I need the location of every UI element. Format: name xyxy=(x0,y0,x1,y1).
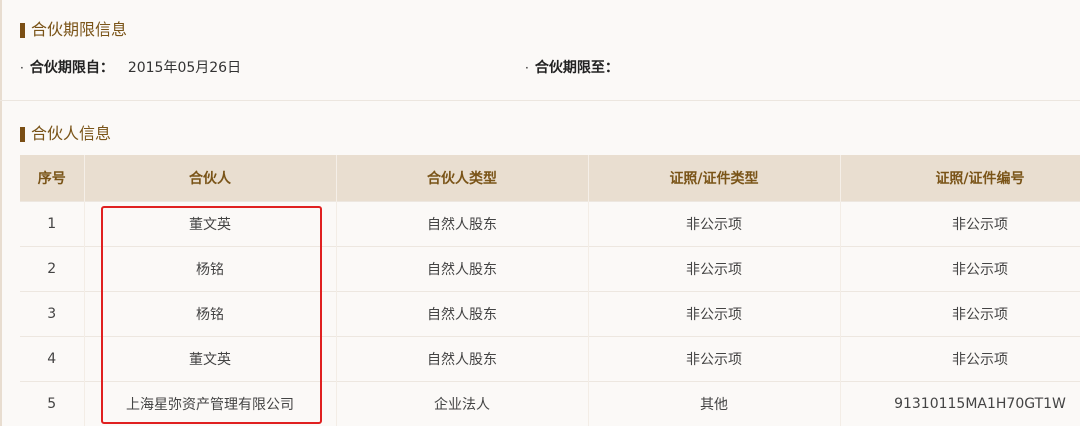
section-marker-icon xyxy=(20,126,25,142)
column-header-no: 序号 xyxy=(20,155,85,202)
period-section-title-text: 合伙期限信息 xyxy=(31,20,128,39)
cell-id-type: 非公示项 xyxy=(588,291,841,337)
cell-id-number: 91310115MA1H70GT1W xyxy=(840,381,1080,426)
table-row: 4 董文英 自然人股东 非公示项 非公示项 xyxy=(20,336,1080,382)
column-header-partner-type: 合伙人类型 xyxy=(336,155,589,202)
cell-partner-type: 企业法人 xyxy=(336,381,589,426)
cell-id-number: 非公示项 xyxy=(840,201,1080,247)
cell-no: 5 xyxy=(20,381,85,426)
cell-partner: 杨铭 xyxy=(84,291,337,337)
partner-table: 序号 合伙人 合伙人类型 证照/证件类型 证照/证件编号 1 董文英 自然人股东… xyxy=(20,155,1080,426)
cell-id-number: 非公示项 xyxy=(840,336,1080,382)
cell-no: 1 xyxy=(20,201,85,247)
bullet-icon: · xyxy=(525,61,529,75)
cell-no: 2 xyxy=(20,246,85,292)
cell-id-type: 其他 xyxy=(588,381,841,426)
table-header-row: 序号 合伙人 合伙人类型 证照/证件类型 证照/证件编号 xyxy=(20,155,1080,202)
cell-no: 4 xyxy=(20,336,85,382)
cell-partner-type: 自然人股东 xyxy=(336,291,589,337)
cell-partner: 董文英 xyxy=(84,336,337,382)
column-header-id-number: 证照/证件编号 xyxy=(840,155,1080,202)
partner-section-title-text: 合伙人信息 xyxy=(31,124,112,143)
cell-partner-type: 自然人股东 xyxy=(336,336,589,382)
cell-id-type: 非公示项 xyxy=(588,201,841,247)
table-row: 2 杨铭 自然人股东 非公示项 非公示项 xyxy=(20,246,1080,292)
period-start: · 合伙期限自： 2015年05月26日 xyxy=(20,58,241,78)
bullet-icon: · xyxy=(20,61,24,75)
period-start-value: 2015年05月26日 xyxy=(127,60,242,76)
column-header-id-type: 证照/证件类型 xyxy=(588,155,841,202)
cell-partner: 杨铭 xyxy=(84,246,337,292)
cell-no: 3 xyxy=(20,291,85,337)
cell-partner-type: 自然人股东 xyxy=(336,201,589,247)
cell-id-type: 非公示项 xyxy=(588,246,841,292)
period-end-label: 合伙期限至： xyxy=(534,60,619,76)
column-header-partner: 合伙人 xyxy=(84,155,337,202)
table-row: 1 董文英 自然人股东 非公示项 非公示项 xyxy=(20,201,1080,247)
page: 合伙期限信息 · 合伙期限自： 2015年05月26日 · 合伙期限至： 合伙人… xyxy=(0,0,1080,426)
cell-id-number: 非公示项 xyxy=(840,291,1080,337)
cell-id-number: 非公示项 xyxy=(840,246,1080,292)
partner-section-title: 合伙人信息 xyxy=(20,124,111,144)
left-border xyxy=(0,0,2,426)
table-row: 3 杨铭 自然人股东 非公示项 非公示项 xyxy=(20,291,1080,337)
table-row: 5 上海星弥资产管理有限公司 企业法人 其他 91310115MA1H70GT1… xyxy=(20,381,1080,426)
period-section-title: 合伙期限信息 xyxy=(20,20,127,40)
period-row: · 合伙期限自： 2015年05月26日 · 合伙期限至： xyxy=(20,58,1080,78)
period-end: · 合伙期限至： xyxy=(525,58,633,78)
cell-id-type: 非公示项 xyxy=(588,336,841,382)
cell-partner-type: 自然人股东 xyxy=(336,246,589,292)
section-divider xyxy=(0,100,1080,101)
cell-partner: 董文英 xyxy=(84,201,337,247)
section-marker-icon xyxy=(20,22,25,38)
cell-partner: 上海星弥资产管理有限公司 xyxy=(84,381,337,426)
period-start-label: 合伙期限自： xyxy=(29,60,114,76)
